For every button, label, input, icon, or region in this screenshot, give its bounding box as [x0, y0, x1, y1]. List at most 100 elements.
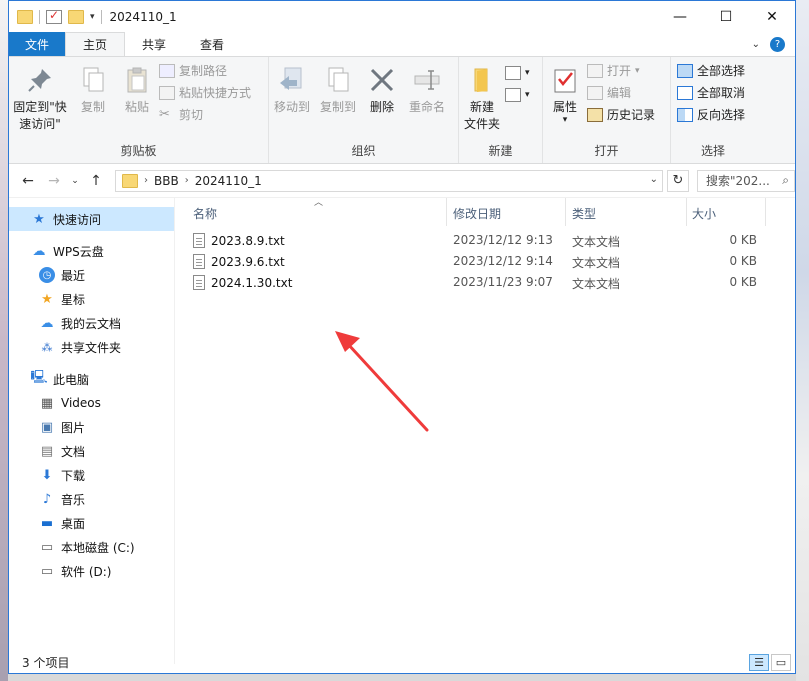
picture-icon: ▣: [40, 419, 54, 435]
forward-button[interactable]: →: [43, 173, 65, 189]
copy-path-label: 复制路径: [179, 64, 228, 78]
properties-icon: [554, 69, 576, 93]
paste-shortcut-button[interactable]: 粘贴快捷方式: [159, 83, 257, 102]
nav-item-pictures[interactable]: ▣ 图片: [9, 415, 174, 439]
history-label: 历史记录: [607, 108, 656, 122]
nav-label: 桌面: [61, 516, 86, 531]
organize-group-label: 组织: [351, 144, 376, 158]
details-view-button[interactable]: ☰: [749, 653, 769, 671]
nav-label: 此电脑: [53, 372, 90, 387]
copy-path-button[interactable]: 复制路径: [159, 61, 257, 80]
delete-icon: [370, 68, 394, 92]
nav-item-my-cloud-docs[interactable]: ☁ 我的云文档: [9, 311, 174, 335]
nav-item-documents[interactable]: ▤ 文档: [9, 439, 174, 463]
copy-to-icon: [328, 67, 349, 92]
open-group: 属性 ▾ 打开 ▾ 编辑 历史记录 打开: [543, 57, 671, 163]
nav-label: WPS云盘: [53, 244, 104, 259]
new-item-button[interactable]: ▾: [505, 63, 536, 82]
large-icons-view-button[interactable]: ▭: [771, 653, 791, 671]
open-button[interactable]: 打开 ▾: [587, 61, 661, 80]
chevron-down-icon: ▾: [525, 89, 530, 100]
nav-item-shared-folder[interactable]: ⁂ 共享文件夹: [9, 335, 174, 359]
nav-item-downloads[interactable]: ⬇ 下载: [9, 463, 174, 487]
star-icon: ★: [33, 211, 45, 227]
invert-selection-button[interactable]: 反向选择: [677, 105, 751, 124]
pin-icon: [28, 69, 51, 92]
refresh-button[interactable]: ↻: [667, 169, 689, 192]
minimize-button[interactable]: —: [657, 1, 703, 32]
breadcrumb-bbb[interactable]: BBB: [154, 174, 179, 188]
delete-label: 删除: [369, 100, 394, 114]
nav-label: 图片: [61, 420, 86, 435]
back-button[interactable]: ←: [17, 173, 39, 189]
paste-shortcut-label: 粘贴快捷方式: [179, 86, 252, 100]
move-to-icon: [280, 67, 302, 90]
recent-locations-chevron-icon[interactable]: ⌄: [69, 176, 81, 186]
invert-selection-label: 反向选择: [697, 108, 746, 122]
tab-home[interactable]: 主页: [65, 32, 126, 56]
new-folder-icon[interactable]: [68, 9, 84, 24]
breadcrumb-current-folder[interactable]: 2024110_1: [195, 174, 262, 188]
address-bar[interactable]: › BBB › 2024110_1 ⌄: [115, 169, 663, 192]
copy-path-icon: [159, 63, 175, 78]
scissors-icon: ✂: [159, 106, 170, 122]
tab-file[interactable]: 文件: [9, 32, 66, 56]
nav-item-desktop[interactable]: ▬ 桌面: [9, 511, 174, 535]
open-label: 打开: [607, 64, 632, 78]
tab-share[interactable]: 共享: [125, 32, 183, 56]
nav-item-software-disk-d[interactable]: ▭ 软件 (D:): [9, 559, 174, 583]
new-folder-icon: [474, 68, 488, 92]
status-bar: 3 个项目 ☰ ▭: [9, 651, 795, 673]
select-none-label: 全部取消: [697, 86, 746, 100]
nav-item-videos[interactable]: ▦ Videos: [9, 391, 174, 415]
edit-icon: [587, 85, 603, 100]
nav-item-local-disk-c[interactable]: ▭ 本地磁盘 (C:): [9, 535, 174, 559]
navigation-pane: ★ 快速访问 ☁ WPS云盘 ◷ 最近 ★ 星标 ☁ 我的云文档 ⁂ 共享文件夹: [9, 198, 175, 664]
nav-item-music[interactable]: ♪ 音乐: [9, 487, 174, 511]
window-title: 2024110_1: [109, 9, 177, 24]
drive-icon: ▭: [40, 539, 54, 555]
rename-label: 重命名: [408, 100, 445, 114]
expand-ribbon-chevron-icon[interactable]: ⌄: [752, 39, 760, 50]
nav-item-recent[interactable]: ◷ 最近: [9, 263, 174, 287]
main-area: ★ 快速访问 ☁ WPS云盘 ◷ 最近 ★ 星标 ☁ 我的云文档 ⁂ 共享文件夹: [9, 198, 795, 664]
document-icon: ▤: [40, 443, 54, 459]
nav-label: 音乐: [61, 492, 86, 507]
close-button[interactable]: ✕: [749, 1, 795, 32]
pin-label: 固定到"快 速访问": [13, 100, 67, 131]
paste-label: 粘贴: [124, 100, 149, 114]
nav-item-wps-cloud[interactable]: ☁ WPS云盘: [9, 239, 174, 263]
download-icon: ⬇: [41, 467, 53, 483]
properties-icon[interactable]: [46, 8, 62, 24]
nav-item-quick-access[interactable]: ★ 快速访问: [9, 207, 174, 231]
desktop-background-right: [796, 0, 809, 681]
tab-view[interactable]: 查看: [183, 32, 241, 56]
film-icon: ▦: [40, 395, 54, 411]
up-button[interactable]: ↑: [85, 173, 107, 189]
cut-button[interactable]: ✂ 剪切: [159, 105, 257, 124]
clock-icon: ◷: [39, 267, 55, 283]
file-list: ︿ 名称 修改日期 类型 大小 2023.8.9.txt 2023/12/12 …: [175, 198, 795, 664]
folder-icon: [122, 173, 138, 188]
select-all-button[interactable]: 全部选择: [677, 61, 751, 80]
address-row: ← → ⌄ ↑ › BBB › 2024110_1 ⌄ ↻ 搜索"202... …: [9, 164, 795, 198]
select-none-button[interactable]: 全部取消: [677, 83, 751, 102]
open-group-label: 打开: [594, 144, 619, 158]
history-button[interactable]: 历史记录: [587, 105, 661, 124]
maximize-button[interactable]: ☐: [703, 1, 749, 32]
copy-label: 复制: [80, 100, 105, 114]
address-history-chevron-icon[interactable]: ⌄: [650, 174, 658, 185]
customize-toolbar-chevron-icon[interactable]: ▾: [90, 12, 95, 22]
cloud-icon: ☁: [40, 315, 54, 331]
chevron-down-icon: ▾: [562, 115, 568, 125]
easy-access-button[interactable]: ▾: [505, 85, 536, 104]
edit-button[interactable]: 编辑: [587, 83, 661, 102]
quick-access-toolbar: ▾: [9, 8, 102, 24]
search-input[interactable]: 搜索"202... ⌕: [697, 169, 795, 192]
help-icon[interactable]: ?: [770, 36, 785, 52]
clipboard-group: 固定到"快 速访问" 复制 粘贴 复制路径 粘贴快捷方式 ✂ 剪切 剪贴板: [9, 57, 269, 163]
nav-item-this-pc[interactable]: 🖳 此电脑: [9, 367, 174, 391]
move-to-label: 移动到: [273, 100, 310, 114]
paste-icon: [127, 67, 147, 93]
nav-item-starred[interactable]: ★ 星标: [9, 287, 174, 311]
